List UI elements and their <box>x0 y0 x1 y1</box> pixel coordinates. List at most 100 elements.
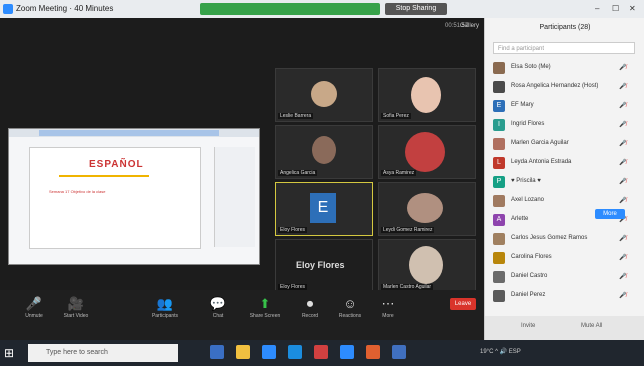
participant-name: Marlen Garcia Aguilar <box>511 140 569 146</box>
task-view-icon[interactable] <box>210 345 224 359</box>
panel-footer: Invite Mute All <box>485 316 644 340</box>
chat-button[interactable]: 💬 Chat <box>198 296 238 319</box>
reactions-button[interactable]: ☺ Reactions <box>330 296 370 319</box>
participant-avatar: A <box>493 214 505 226</box>
document-heading: ESPAÑOL <box>89 159 144 170</box>
muted-mic-icon[interactable]: 🎤̸ <box>619 64 626 71</box>
participant-face <box>409 246 443 284</box>
participant-name: Leyda Antonia Estrada <box>511 159 572 165</box>
participant-row[interactable]: L Leyda Antonia Estrada 🎤̸ <box>485 153 644 173</box>
participant-name: Ingrid Flores <box>511 121 545 127</box>
minimize-icon[interactable]: – <box>595 4 599 13</box>
participant-row[interactable]: Carolina Flores 🎤̸ <box>485 248 644 268</box>
participant-row[interactable]: Carlos Jesus Gomez Ramos 🎤̸ <box>485 229 644 249</box>
reactions-icon: ☺ <box>343 296 357 311</box>
maximize-icon[interactable]: ☐ <box>612 4 619 13</box>
window-titlebar: Zoom Meeting · 40 Minutes Stop Sharing –… <box>0 0 644 18</box>
muted-mic-icon[interactable]: 🎤̸ <box>619 102 626 109</box>
store-icon[interactable] <box>288 345 302 359</box>
participant-face <box>311 81 337 107</box>
record-button[interactable]: ⏺ Record <box>290 296 330 319</box>
participant-name: Daniel Castro <box>511 273 548 279</box>
muted-mic-icon[interactable]: 🎤̸ <box>619 83 626 90</box>
participant-avatar <box>493 81 505 93</box>
letter-avatar: E <box>310 193 336 223</box>
tile-name: Asya Ramirez <box>381 170 417 176</box>
participant-row[interactable]: Axel Lozano 🎤̸ <box>485 191 644 211</box>
chrome-icon[interactable] <box>366 345 380 359</box>
video-tile[interactable]: Leslie Barrera <box>275 68 373 122</box>
muted-mic-icon[interactable]: 🎤̸ <box>619 254 626 261</box>
participant-face <box>407 193 443 223</box>
tile-name: Eloy Flores <box>278 227 308 233</box>
participant-avatar: I <box>493 119 505 131</box>
muted-mic-icon[interactable]: 🎤̸ <box>619 140 626 147</box>
screen-share-indicator <box>200 3 380 15</box>
taskbar-search-input[interactable]: Type here to search <box>28 344 178 362</box>
unmute-button[interactable]: 🎤 Unmute <box>14 296 54 319</box>
video-tile[interactable]: Asya Ramirez <box>378 125 476 179</box>
system-tray: 19°C ^ 🔊 ESP <box>480 349 521 355</box>
more-button[interactable]: ⋯ More <box>368 296 408 319</box>
participant-row[interactable]: Marlen Garcia Aguilar 🎤̸ <box>485 134 644 154</box>
participant-row[interactable]: Daniel Castro 🎤̸ <box>485 267 644 287</box>
document-sidebar <box>214 147 255 247</box>
participant-row[interactable]: E EF Mary 🎤̸ <box>485 96 644 116</box>
participant-avatar <box>493 271 505 283</box>
video-tile[interactable]: Marlen Castro Aguilar <box>378 239 476 293</box>
participant-row[interactable]: Daniel Perez 🎤̸ <box>485 286 644 306</box>
chat-icon: 💬 <box>209 296 227 311</box>
participant-search-input[interactable]: Find a participant <box>493 42 635 54</box>
muted-mic-icon[interactable]: 🎤̸ <box>619 121 626 128</box>
participant-avatar <box>493 195 505 207</box>
gallery-view-button[interactable]: Gallery <box>460 23 479 29</box>
zoom-app-icon <box>3 4 13 14</box>
windows-start-icon[interactable]: ⊞ <box>4 346 14 360</box>
mail-icon[interactable] <box>314 345 328 359</box>
participants-icon: 👥 <box>156 296 174 311</box>
muted-mic-icon[interactable]: 🎤̸ <box>619 273 626 280</box>
video-tile[interactable]: Leydi Gomez Ramirez <box>378 182 476 236</box>
mute-all-button[interactable]: Mute All <box>581 323 602 329</box>
start-video-button[interactable]: 🎥 Start Video <box>56 296 96 319</box>
leave-button[interactable]: Leave <box>450 298 476 310</box>
zoom-taskbar-icon[interactable] <box>340 345 354 359</box>
participant-row[interactable]: Elsa Soto (Me) 🎤̸ <box>485 58 644 78</box>
participant-face <box>411 77 441 113</box>
muted-mic-icon[interactable]: 🎤̸ <box>619 197 626 204</box>
document-objective: Semana 17 Objetivo de la clase <box>49 189 106 194</box>
video-camera-icon: 🎥 <box>67 296 85 311</box>
participant-face <box>405 132 445 172</box>
shared-screen: ESPAÑOL Semana 17 Objetivo de la clase <box>8 128 260 265</box>
video-tile[interactable]: Eloy Flores Eloy Flores <box>275 239 373 293</box>
participant-row[interactable]: Rosa Angelica Hernandez (Host) 🎤̸ <box>485 77 644 97</box>
tile-name: Leslie Barrera <box>278 113 314 119</box>
video-tile-active[interactable]: E Eloy Flores <box>275 182 373 236</box>
invite-button[interactable]: Invite <box>521 323 535 329</box>
participant-name: Rosa Angelica Hernandez (Host) <box>511 83 599 89</box>
video-tile[interactable]: Sofia Perez <box>378 68 476 122</box>
muted-mic-icon[interactable]: 🎤̸ <box>619 159 626 166</box>
muted-mic-icon[interactable]: 🎤̸ <box>619 178 626 185</box>
participant-name: Carlos Jesus Gomez Ramos <box>511 235 588 241</box>
participant-avatar: L <box>493 157 505 169</box>
windows-taskbar: ⊞ Type here to search 19°C ^ 🔊 ESP <box>0 340 644 366</box>
participant-name: Daniel Perez <box>511 292 546 298</box>
participant-row[interactable]: P ♥ Priscila ♥ 🎤̸ <box>485 172 644 192</box>
file-explorer-icon[interactable] <box>236 345 250 359</box>
muted-mic-icon[interactable]: 🎤̸ <box>619 292 626 299</box>
edge-browser-icon[interactable] <box>262 345 276 359</box>
close-icon[interactable]: ✕ <box>629 4 636 13</box>
word-icon[interactable] <box>392 345 406 359</box>
participant-row[interactable]: I Ingrid Flores 🎤̸ <box>485 115 644 135</box>
muted-mic-icon[interactable]: 🎤̸ <box>619 235 626 242</box>
participant-avatar <box>493 233 505 245</box>
participant-avatar <box>493 290 505 302</box>
participants-button[interactable]: 👥 Participants <box>145 296 185 319</box>
participant-name: EF Mary <box>511 102 534 108</box>
share-screen-icon: ⬆ <box>259 296 271 311</box>
share-screen-button[interactable]: ⬆ Share Screen <box>245 296 285 319</box>
video-tile[interactable]: Angelica Garcia <box>275 125 373 179</box>
stop-share-button[interactable]: Stop Sharing <box>385 3 447 15</box>
more-options-button[interactable]: More <box>595 209 625 219</box>
